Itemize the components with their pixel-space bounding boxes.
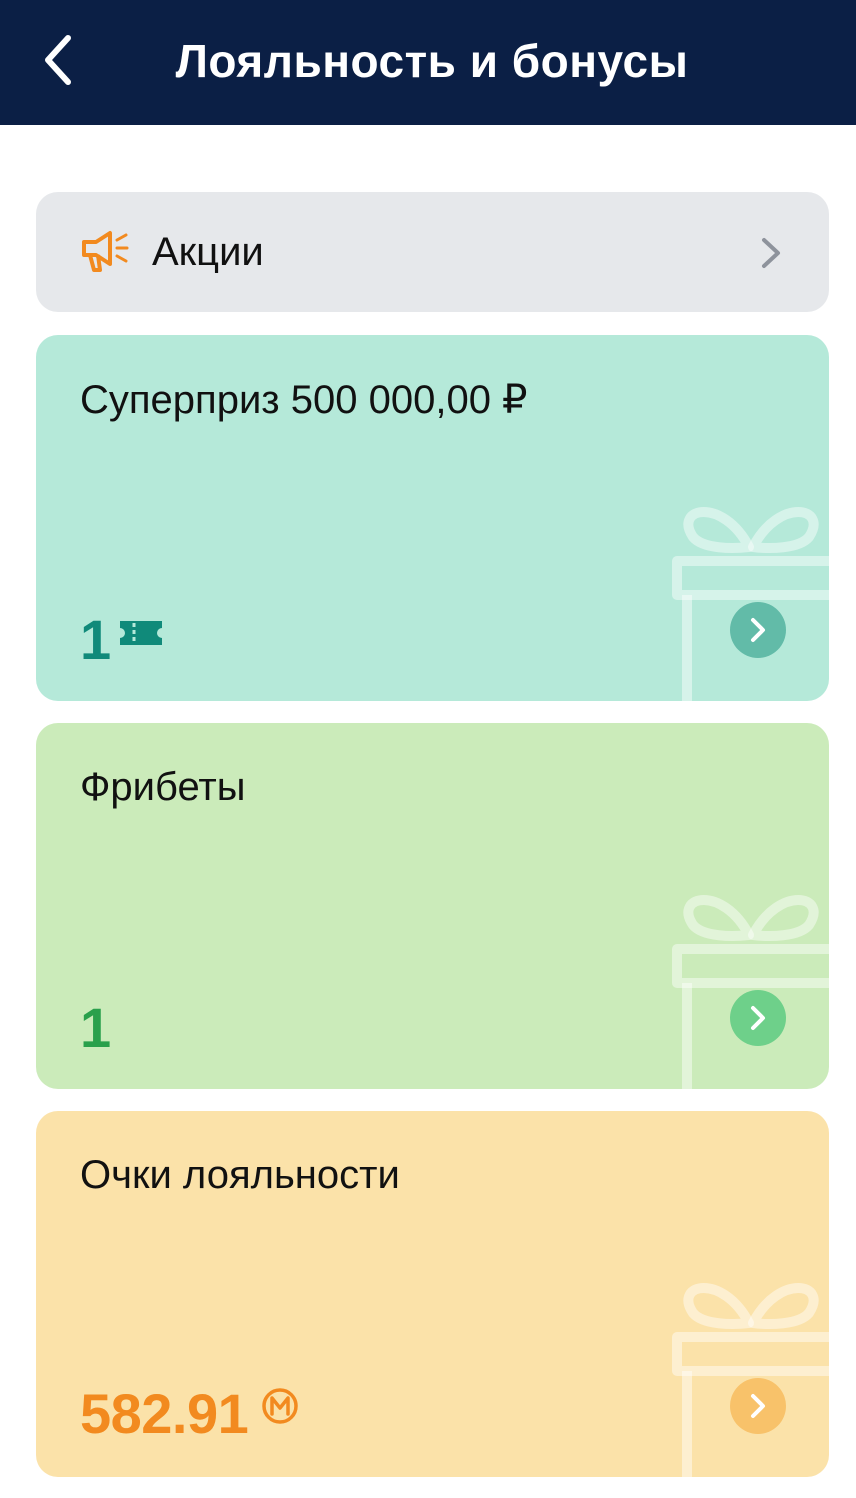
freebets-card[interactable]: Фрибеты 1 — [36, 723, 829, 1089]
promotions-label: Акции — [152, 230, 264, 274]
gift-icon — [672, 1283, 829, 1477]
loyalty-points-card[interactable]: Очки лояльности 582.91 — [36, 1111, 829, 1477]
header-bar: Лояльность и бонусы — [0, 0, 856, 125]
loyalty-points-open-button[interactable] — [730, 1378, 786, 1434]
promotions-row[interactable]: Акции — [36, 192, 829, 312]
loyalty-points-value: 582.91 — [80, 1382, 249, 1445]
chevron-right-icon — [751, 618, 765, 642]
freebets-count: 1 — [80, 996, 112, 1059]
chevron-right-icon — [762, 238, 780, 268]
gift-icon — [672, 895, 829, 1089]
gift-icon — [672, 507, 829, 701]
freebets-open-button[interactable] — [730, 990, 786, 1046]
superprize-card[interactable]: Суперприз 500 000,00 ₽ 1 — [36, 335, 829, 701]
loyalty-points-title: Очки лояльности — [80, 1153, 400, 1197]
chevron-right-icon — [751, 1006, 765, 1030]
superprize-title: Суперприз 500 000,00 ₽ — [80, 378, 528, 422]
m-points-icon — [262, 1388, 298, 1424]
ticket-icon — [120, 621, 162, 645]
freebets-title: Фрибеты — [80, 765, 246, 809]
page-title: Лояльность и бонусы — [175, 35, 689, 87]
superprize-open-button[interactable] — [730, 602, 786, 658]
chevron-right-icon — [751, 1394, 765, 1418]
superprize-ticket-count: 1 — [80, 608, 112, 671]
megaphone-icon — [82, 231, 129, 272]
